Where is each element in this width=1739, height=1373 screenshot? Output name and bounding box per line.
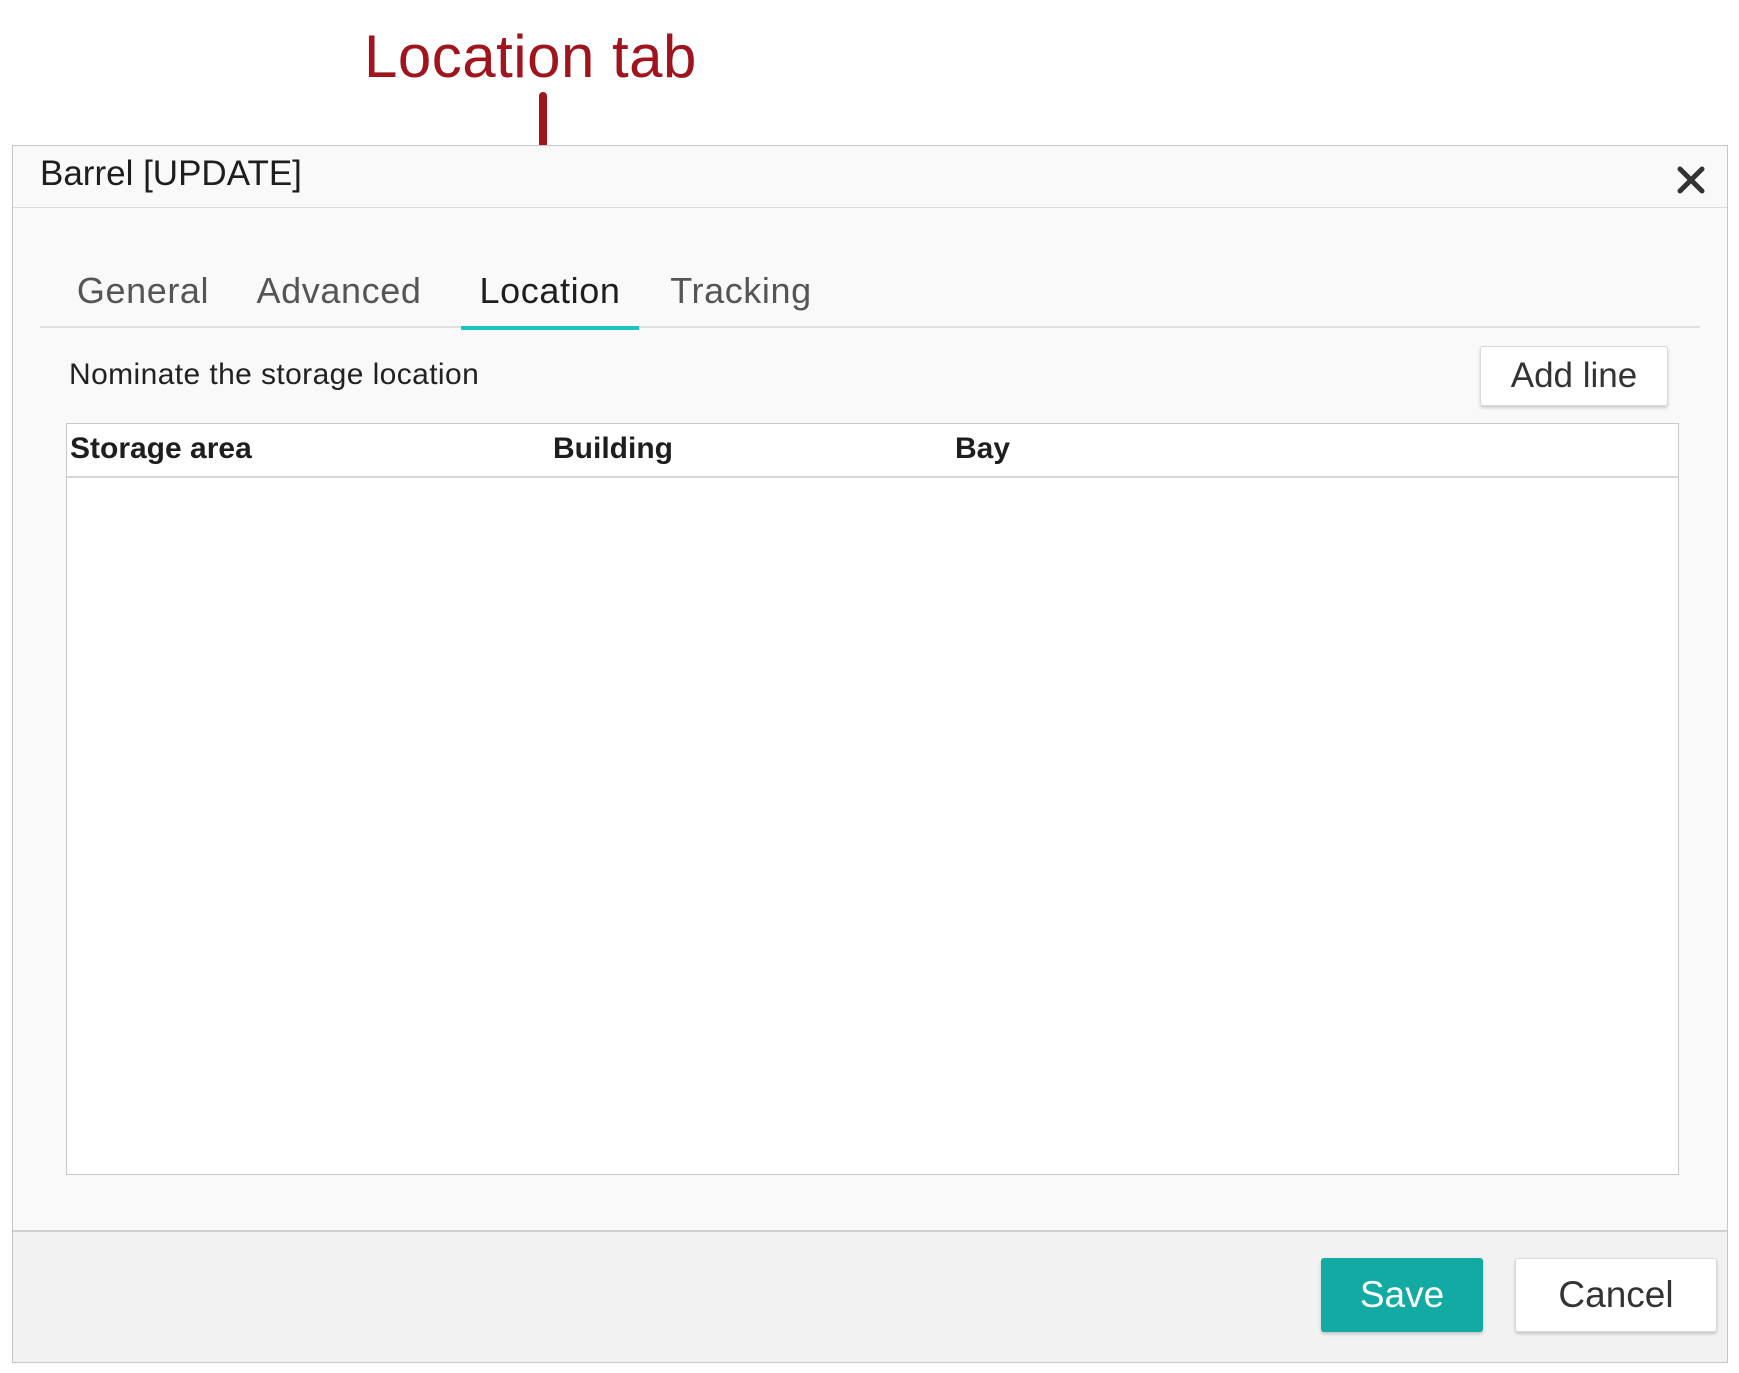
- location-instruction: Nominate the storage location: [69, 358, 480, 391]
- column-header-storage-area[interactable]: Storage area: [70, 432, 252, 466]
- tab-bar: General Advanced Location Tracking: [40, 268, 1700, 330]
- dialog-footer: Save Cancel: [13, 1230, 1727, 1362]
- add-line-button[interactable]: Add line: [1480, 346, 1668, 406]
- tab-general[interactable]: General: [76, 268, 210, 326]
- dialog-header: Barrel [UPDATE]: [13, 146, 1727, 208]
- column-header-building[interactable]: Building: [553, 432, 673, 466]
- grid-body: [67, 478, 1678, 1174]
- dialog-title: Barrel [UPDATE]: [40, 154, 302, 193]
- save-button[interactable]: Save: [1321, 1258, 1483, 1332]
- cancel-button[interactable]: Cancel: [1515, 1258, 1717, 1332]
- close-icon: [1677, 166, 1705, 194]
- location-grid: Storage area Building Bay: [66, 423, 1679, 1175]
- tab-tracking[interactable]: Tracking: [658, 268, 824, 326]
- column-header-bay[interactable]: Bay: [955, 432, 1010, 466]
- update-dialog: Barrel [UPDATE] General Advanced Locatio…: [12, 145, 1728, 1363]
- grid-header: Storage area Building Bay: [67, 424, 1678, 478]
- annotation-label: Location tab: [364, 23, 697, 90]
- tab-location[interactable]: Location: [461, 268, 639, 330]
- close-button[interactable]: [1673, 162, 1709, 198]
- tab-advanced[interactable]: Advanced: [250, 268, 428, 326]
